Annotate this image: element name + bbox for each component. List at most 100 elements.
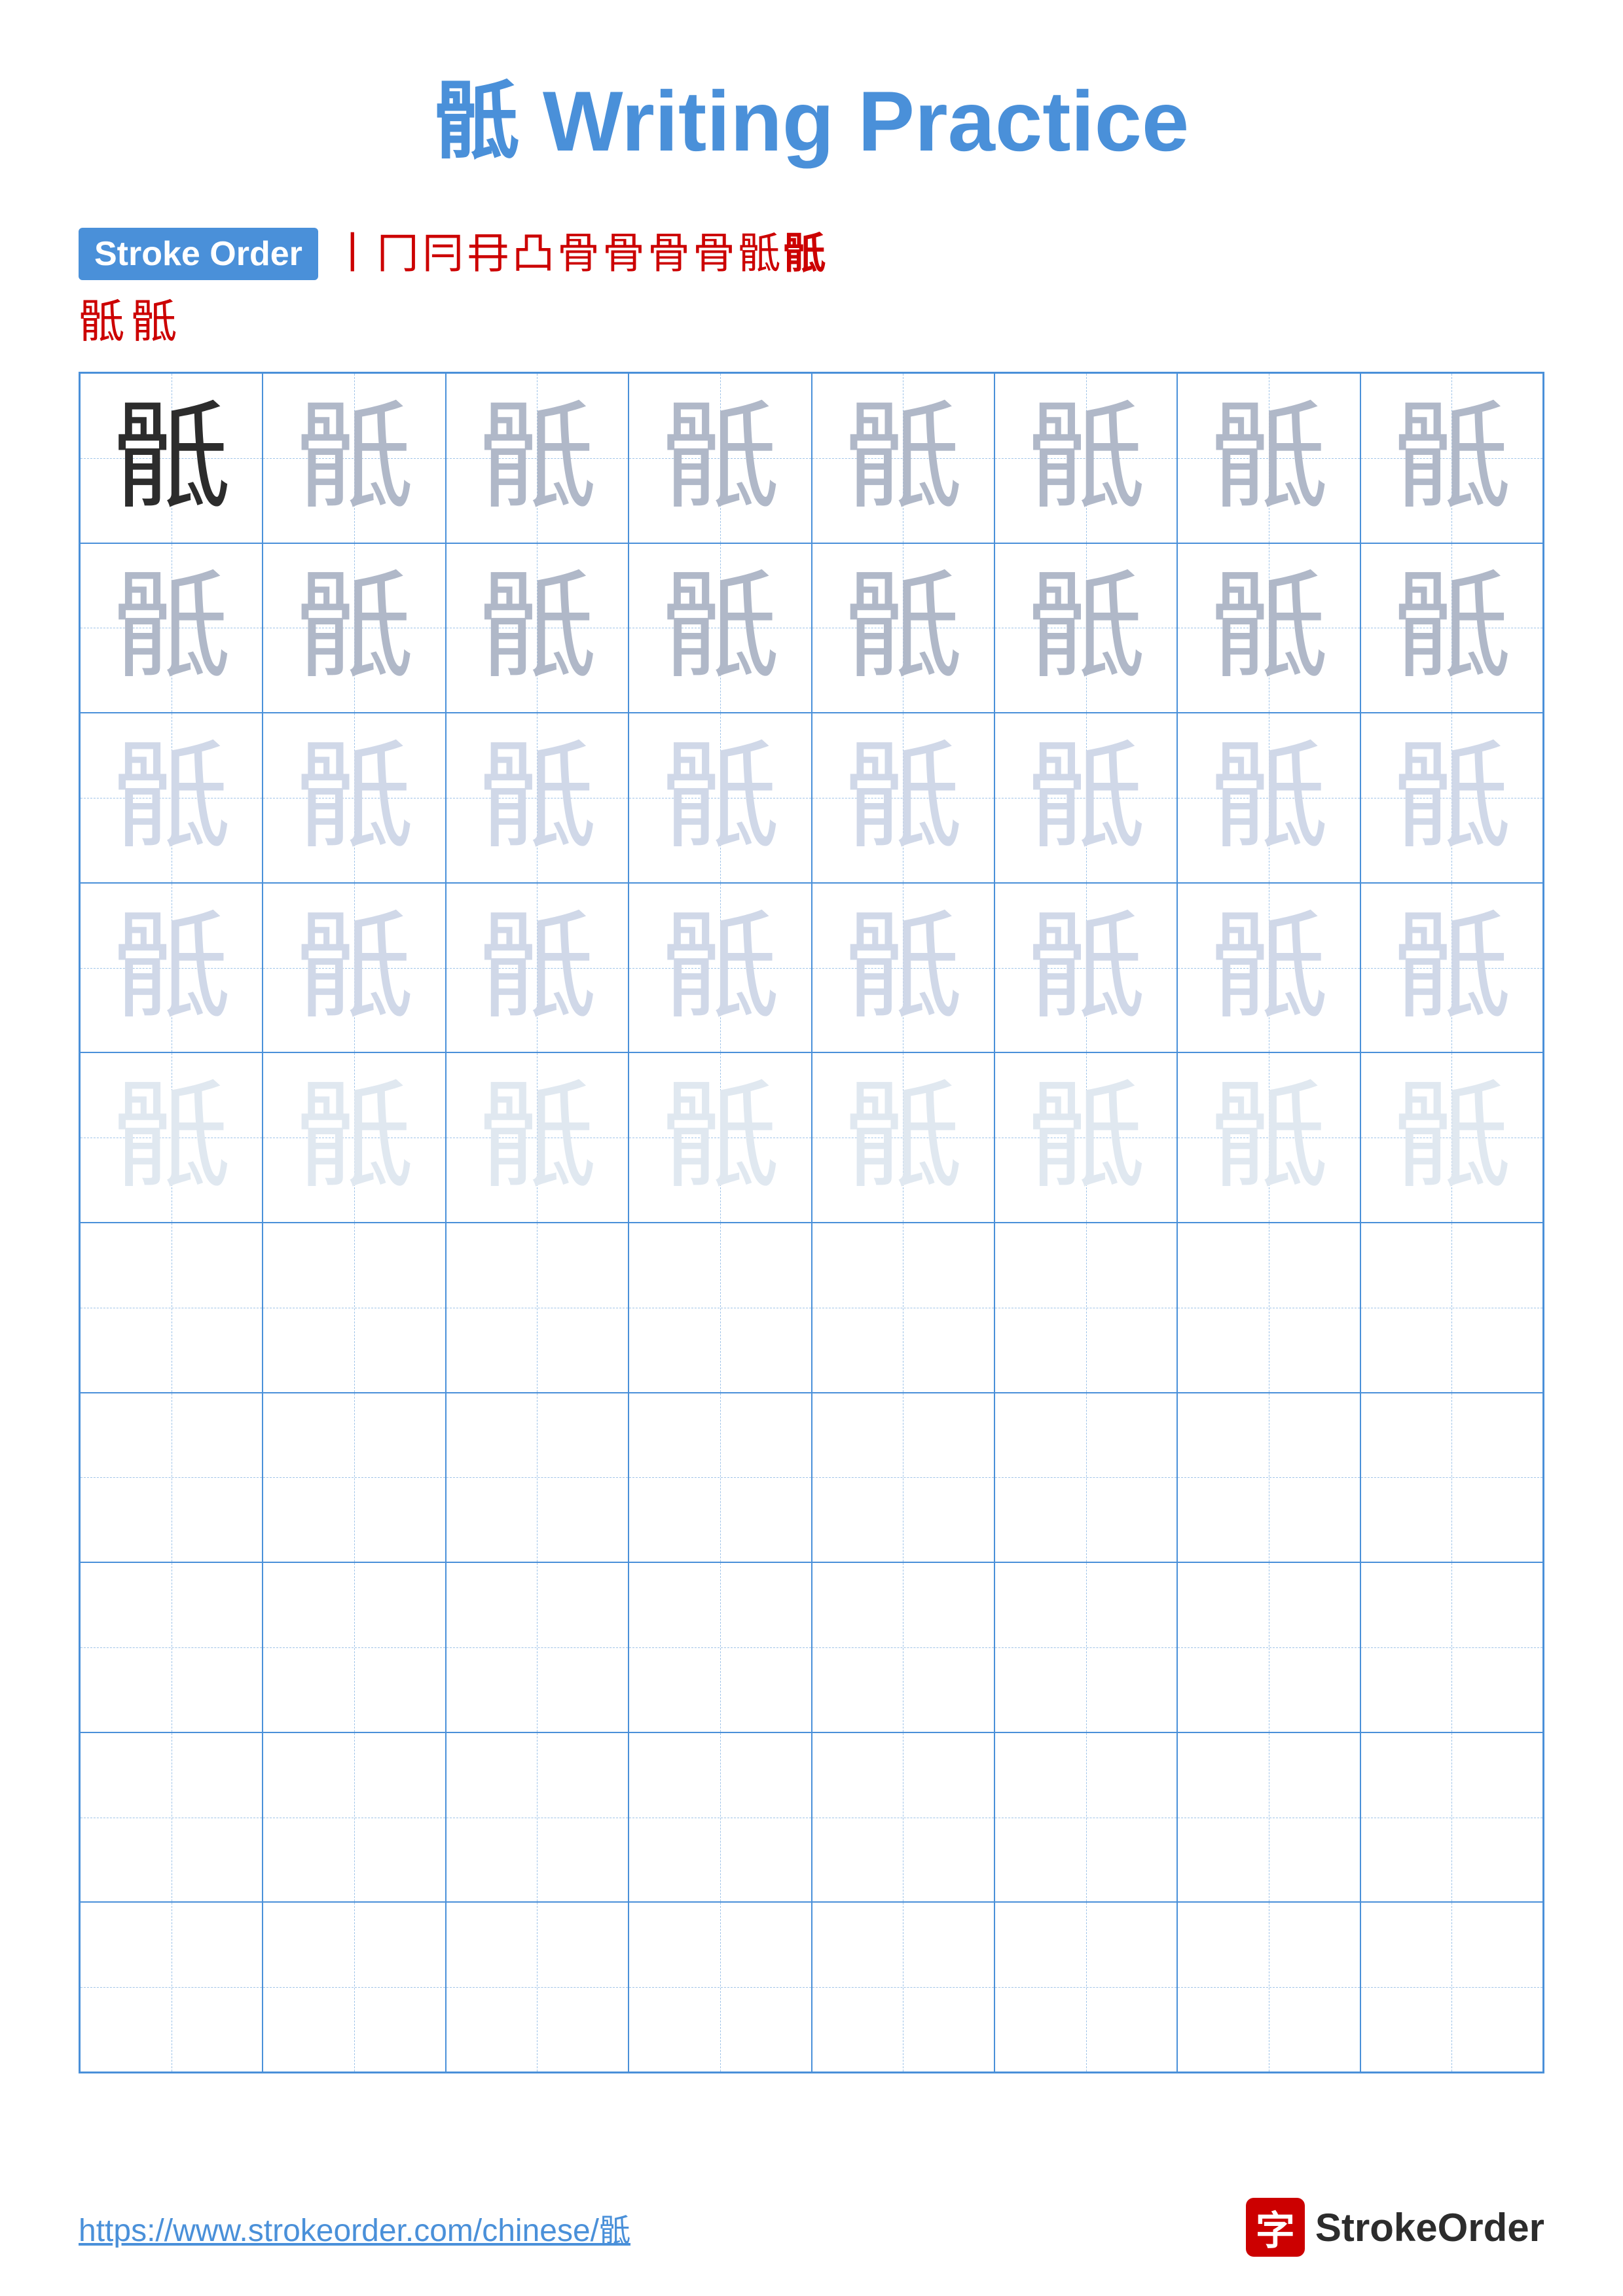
grid-cell-5-8[interactable]: 骶 — [1360, 1052, 1543, 1223]
grid-cell-8-3[interactable] — [446, 1562, 629, 1732]
grid-cell-2-3[interactable]: 骶 — [446, 543, 629, 713]
grid-cell-5-1[interactable]: 骶 — [80, 1052, 263, 1223]
grid-cell-2-1[interactable]: 骶 — [80, 543, 263, 713]
grid-cell-4-2[interactable]: 骶 — [263, 883, 445, 1053]
grid-cell-9-8[interactable] — [1360, 1732, 1543, 1903]
grid-cell-1-4[interactable]: 骶 — [629, 373, 811, 543]
grid-cell-3-3[interactable]: 骶 — [446, 713, 629, 883]
grid-cell-8-1[interactable] — [80, 1562, 263, 1732]
grid-cell-10-1[interactable] — [80, 1902, 263, 2072]
grid-cell-9-7[interactable] — [1177, 1732, 1360, 1903]
grid-cell-3-5[interactable]: 骶 — [812, 713, 994, 883]
grid-cell-6-1[interactable] — [80, 1223, 263, 1393]
grid-cell-8-4[interactable] — [629, 1562, 811, 1732]
grid-cell-10-8[interactable] — [1360, 1902, 1543, 2072]
grid-cell-7-4[interactable] — [629, 1393, 811, 1563]
grid-cell-8-6[interactable] — [994, 1562, 1177, 1732]
grid-cell-7-5[interactable] — [812, 1393, 994, 1563]
grid-cell-4-5[interactable]: 骶 — [812, 883, 994, 1053]
grid-cell-2-2[interactable]: 骶 — [263, 543, 445, 713]
grid-cell-4-8[interactable]: 骶 — [1360, 883, 1543, 1053]
grid-cell-5-6[interactable]: 骶 — [994, 1052, 1177, 1223]
cell-char: 骶 — [478, 569, 596, 687]
grid-cell-2-4[interactable]: 骶 — [629, 543, 811, 713]
grid-cell-5-5[interactable]: 骶 — [812, 1052, 994, 1223]
grid-cell-7-7[interactable] — [1177, 1393, 1360, 1563]
grid-cell-7-1[interactable] — [80, 1393, 263, 1563]
grid-cell-1-7[interactable]: 骶 — [1177, 373, 1360, 543]
grid-cell-8-2[interactable] — [263, 1562, 445, 1732]
cell-char: 骶 — [1210, 1079, 1328, 1196]
practice-grid: 骶 骶 骶 骶 骶 骶 骶 骶 骶 骶 骶 骶 骶 骶 骶 骶 骶 骶 骶 骶 … — [79, 372, 1544, 2073]
grid-cell-10-5[interactable] — [812, 1902, 994, 2072]
grid-cell-9-3[interactable] — [446, 1732, 629, 1903]
grid-cell-5-2[interactable]: 骶 — [263, 1052, 445, 1223]
grid-cell-6-6[interactable] — [994, 1223, 1177, 1393]
grid-cell-8-7[interactable] — [1177, 1562, 1360, 1732]
grid-cell-1-5[interactable]: 骶 — [812, 373, 994, 543]
grid-cell-9-5[interactable] — [812, 1732, 994, 1903]
grid-cell-9-1[interactable] — [80, 1732, 263, 1903]
grid-cell-2-8[interactable]: 骶 — [1360, 543, 1543, 713]
grid-cell-9-2[interactable] — [263, 1732, 445, 1903]
grid-cell-1-3[interactable]: 骶 — [446, 373, 629, 543]
grid-cell-2-7[interactable]: 骶 — [1177, 543, 1360, 713]
grid-cell-6-8[interactable] — [1360, 1223, 1543, 1393]
grid-cell-10-3[interactable] — [446, 1902, 629, 2072]
footer-url[interactable]: https://www.strokeorder.com/chinese/骶 — [79, 2204, 630, 2250]
grid-cell-6-5[interactable] — [812, 1223, 994, 1393]
grid-cell-7-6[interactable] — [994, 1393, 1177, 1563]
grid-cell-1-8[interactable]: 骶 — [1360, 373, 1543, 543]
grid-cell-3-4[interactable]: 骶 — [629, 713, 811, 883]
grid-cell-10-7[interactable] — [1177, 1902, 1360, 2072]
cell-char: 骶 — [844, 399, 962, 517]
grid-cell-3-8[interactable]: 骶 — [1360, 713, 1543, 883]
grid-cell-6-7[interactable] — [1177, 1223, 1360, 1393]
grid-cell-3-1[interactable]: 骶 — [80, 713, 263, 883]
stroke-5: 凸 — [512, 233, 555, 276]
footer: https://www.strokeorder.com/chinese/骶 字 … — [79, 2198, 1544, 2257]
grid-cell-4-3[interactable]: 骶 — [446, 883, 629, 1053]
grid-cell-5-4[interactable]: 骶 — [629, 1052, 811, 1223]
stroke-11: 骶 — [783, 233, 826, 276]
cell-char: 骶 — [113, 1079, 230, 1196]
grid-cell-8-8[interactable] — [1360, 1562, 1543, 1732]
grid-cell-3-6[interactable]: 骶 — [994, 713, 1177, 883]
stroke-sequence: 丨 冂 冃 冄 凸 骨 骨 骨 骨 骶 骶 — [331, 233, 826, 276]
grid-cell-7-3[interactable] — [446, 1393, 629, 1563]
grid-cell-2-5[interactable]: 骶 — [812, 543, 994, 713]
cell-char: 骶 — [113, 739, 230, 857]
grid-cell-4-1[interactable]: 骶 — [80, 883, 263, 1053]
grid-cell-6-3[interactable] — [446, 1223, 629, 1393]
cell-char: 骶 — [1210, 739, 1328, 857]
grid-cell-10-4[interactable] — [629, 1902, 811, 2072]
cell-char: 骶 — [1393, 739, 1510, 857]
grid-cell-6-2[interactable] — [263, 1223, 445, 1393]
grid-cell-1-1[interactable]: 骶 — [80, 373, 263, 543]
grid-cell-10-2[interactable] — [263, 1902, 445, 2072]
grid-cell-4-6[interactable]: 骶 — [994, 883, 1177, 1053]
grid-cell-7-2[interactable] — [263, 1393, 445, 1563]
grid-cell-1-6[interactable]: 骶 — [994, 373, 1177, 543]
stroke-6: 骨 — [557, 233, 600, 276]
stroke-3: 冃 — [422, 233, 464, 276]
grid-cell-9-4[interactable] — [629, 1732, 811, 1903]
grid-cell-3-2[interactable]: 骶 — [263, 713, 445, 883]
grid-cell-8-5[interactable] — [812, 1562, 994, 1732]
grid-cell-10-6[interactable] — [994, 1902, 1177, 2072]
grid-cell-9-6[interactable] — [994, 1732, 1177, 1903]
cell-char: 骶 — [1027, 739, 1145, 857]
grid-cell-4-4[interactable]: 骶 — [629, 883, 811, 1053]
grid-cell-2-6[interactable]: 骶 — [994, 543, 1177, 713]
grid-cell-4-7[interactable]: 骶 — [1177, 883, 1360, 1053]
cell-char: 骶 — [1210, 399, 1328, 517]
stroke-10: 骶 — [738, 233, 780, 276]
grid-cell-1-2[interactable]: 骶 — [263, 373, 445, 543]
grid-cell-7-8[interactable] — [1360, 1393, 1543, 1563]
cell-char: 骶 — [478, 739, 596, 857]
grid-cell-5-7[interactable]: 骶 — [1177, 1052, 1360, 1223]
grid-cell-3-7[interactable]: 骶 — [1177, 713, 1360, 883]
grid-cell-6-4[interactable] — [629, 1223, 811, 1393]
grid-cell-5-3[interactable]: 骶 — [446, 1052, 629, 1223]
cell-char: 骶 — [661, 399, 779, 517]
